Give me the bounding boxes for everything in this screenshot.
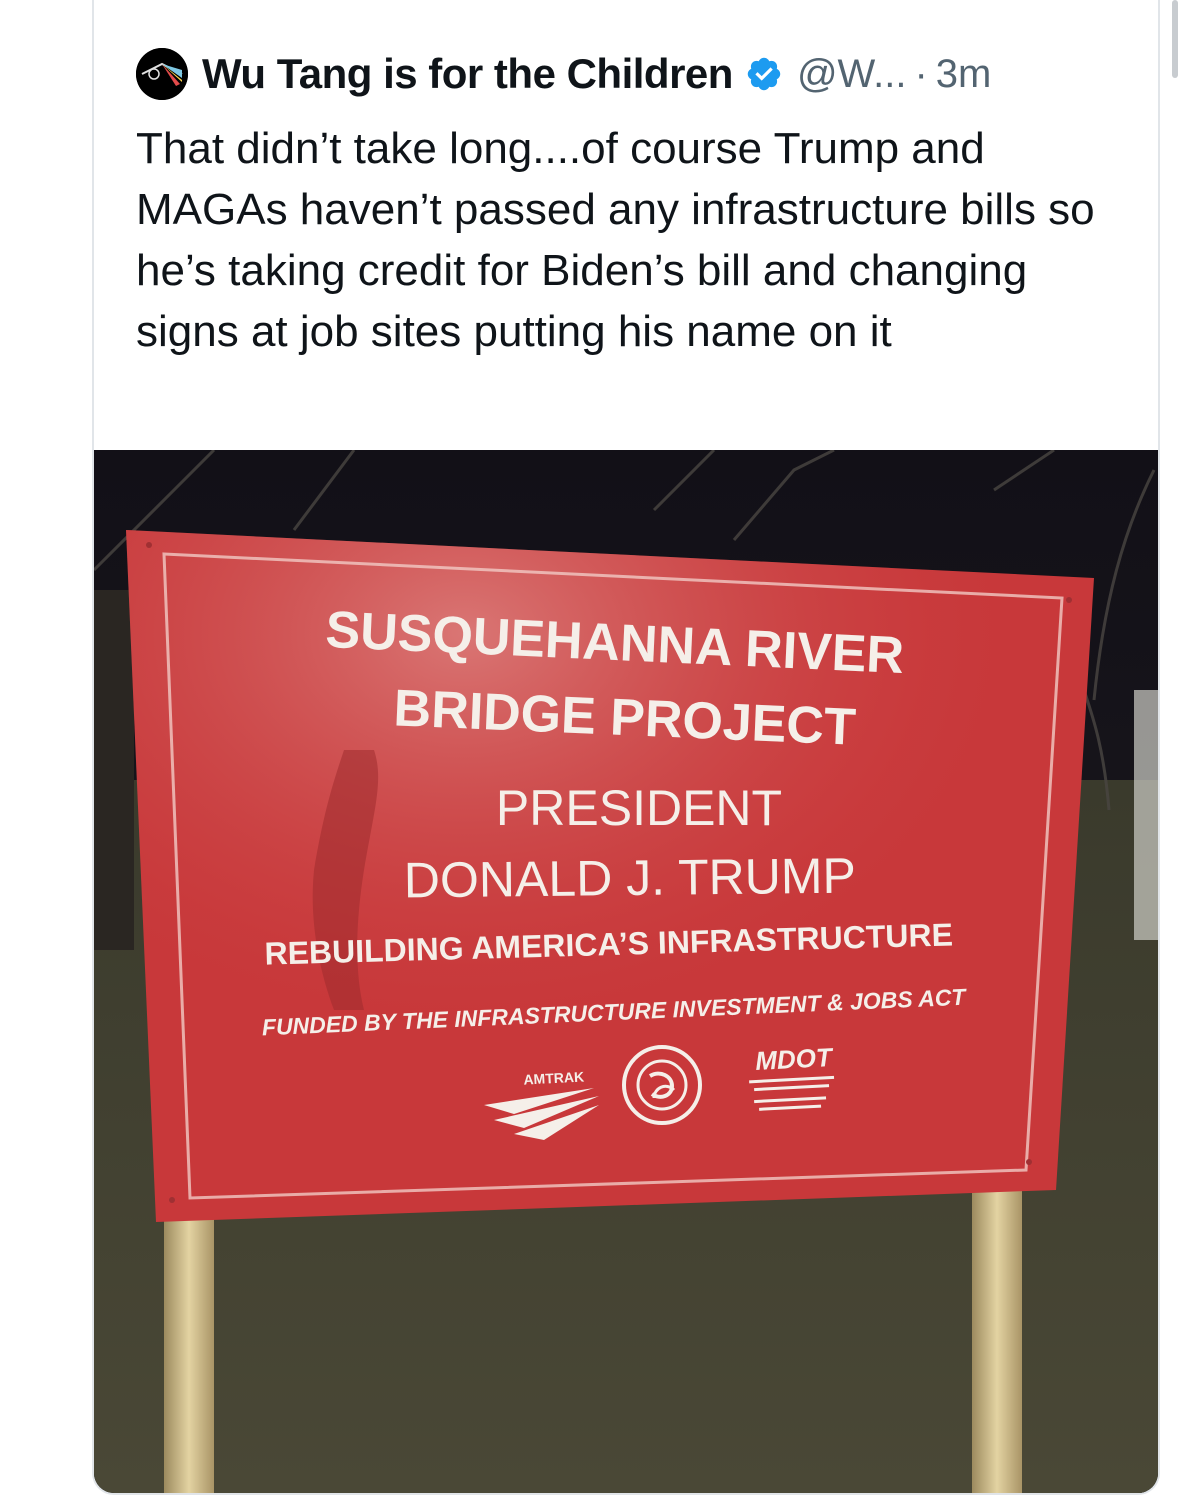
author-handle[interactable]: @W... (797, 52, 907, 97)
svg-text:MDOT: MDOT (755, 1042, 835, 1076)
avatar[interactable] (136, 48, 188, 100)
svg-text:AMTRAK: AMTRAK (523, 1068, 584, 1087)
separator-dot: · (914, 51, 928, 96)
tweet-card[interactable]: Wu Tang is for the Children @W... · 3m T… (92, 0, 1160, 1495)
tweet-header: Wu Tang is for the Children @W... · 3m (136, 48, 991, 100)
right-post (972, 1150, 1022, 1493)
timestamp[interactable]: 3m (936, 52, 992, 97)
wu-tang-logo-icon (136, 48, 188, 100)
verified-badge-icon (747, 57, 781, 91)
author-name[interactable]: Wu Tang is for the Children (202, 50, 733, 98)
scrollbar[interactable] (1172, 0, 1178, 78)
left-post (164, 1200, 214, 1493)
tweet-text: That didn’t take long....of course Trump… (136, 124, 1095, 356)
sign-line-4: DONALD J. TRUMP (404, 848, 856, 909)
tweet-photo[interactable]: SUSQUEHANNA RIVER BRIDGE PROJECT PRESIDE… (94, 450, 1158, 1493)
sign-photo: SUSQUEHANNA RIVER BRIDGE PROJECT PRESIDE… (94, 450, 1158, 1493)
sign-line-3: PRESIDENT (496, 780, 782, 836)
